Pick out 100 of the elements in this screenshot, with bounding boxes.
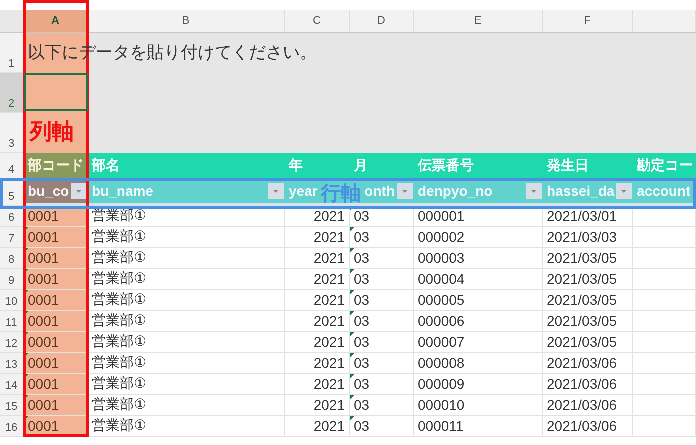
code-cell: 0001 [28,271,60,287]
error-indicator-icon [24,311,29,316]
code-cell: 0001 [28,208,60,224]
table-cell: 03 [354,229,370,245]
error-indicator-icon [24,290,29,295]
column-header[interactable]: B [88,10,285,32]
table-cell: 2021 [314,376,345,392]
error-indicator-icon [350,416,355,421]
code-cell: 0001 [28,229,60,245]
header-cell: 伝票番号 [414,153,543,179]
table-cell: 000011 [418,418,464,434]
table-cell: 営業部① [92,333,147,351]
table-cell: 03 [354,355,370,371]
table-cell: 2021/03/06 [547,418,618,434]
row-header[interactable]: 13 [0,353,24,374]
header-cell: 部コード [24,153,88,179]
table-cell: 2021/03/06 [547,355,618,371]
table-cell: 2021/03/05 [547,271,618,287]
column-header[interactable]: E [414,10,543,32]
filter-dropdown-button[interactable] [397,183,413,199]
column-header[interactable]: A [24,10,88,32]
row-header[interactable]: 15 [0,395,24,416]
field-name-cell: denpyo_no [418,183,493,199]
row-header[interactable]: 11 [0,311,24,332]
code-cell: 0001 [28,313,60,329]
filter-dropdown-button[interactable] [616,183,632,199]
field-name-cell: bu_name [92,183,154,199]
error-indicator-icon [24,374,29,379]
row-header[interactable]: 2 [0,73,24,113]
table-cell: 営業部① [92,228,147,246]
table-cell: 000004 [418,271,465,287]
error-indicator-icon [350,269,355,274]
field-name-cell: account [637,183,691,199]
error-indicator-icon [350,227,355,232]
column-header[interactable]: C [285,10,350,32]
table-cell: 000003 [418,250,465,266]
row-header[interactable]: 14 [0,374,24,395]
table-cell: 2021 [314,397,345,413]
table-cell: 03 [354,334,370,350]
table-cell: 営業部① [92,312,147,330]
table-cell: 2021 [314,355,345,371]
table-cell: 2021/03/05 [547,313,618,329]
table-cell: 000010 [418,397,465,413]
table-cell: 2021/03/05 [547,292,618,308]
table-cell: 2021 [314,313,345,329]
table-cell: 営業部① [92,354,147,372]
table-cell: 03 [354,376,370,392]
row-header[interactable]: 7 [0,227,24,248]
table-cell: 2021 [314,250,345,266]
error-indicator-icon [24,248,29,253]
row-axis-label: 行軸 [321,182,361,207]
header-cell: 月 [350,153,414,179]
table-cell: 営業部① [92,207,147,225]
table-cell: 000001 [418,208,465,224]
table-cell: 2021/03/05 [547,334,618,350]
filter-dropdown-button[interactable] [71,183,87,199]
table-cell: 000008 [418,355,465,371]
table-cell: 2021/03/06 [547,376,618,392]
table-cell: 000007 [418,334,465,350]
table-cell: 03 [354,313,370,329]
table-cell: 000006 [418,313,465,329]
column-header[interactable]: F [543,10,633,32]
code-cell: 0001 [28,397,60,413]
table-cell: 営業部① [92,396,147,414]
filter-dropdown-button[interactable] [268,183,284,199]
error-indicator-icon [24,227,29,232]
header-cell: 勘定コー [633,153,696,179]
error-indicator-icon [350,311,355,316]
table-cell: 営業部① [92,270,147,288]
row-header[interactable]: 1 [0,33,24,73]
table-cell: 000002 [418,229,465,245]
error-indicator-icon [24,416,29,421]
row-header[interactable]: 3 [0,113,24,153]
filter-dropdown-button[interactable] [526,183,542,199]
error-indicator-icon [350,248,355,253]
row-header[interactable]: 16 [0,416,24,437]
column-header[interactable]: D [350,10,414,32]
code-cell: 0001 [28,418,60,434]
error-indicator-icon [350,353,355,358]
table-cell: 2021 [314,418,345,434]
table-cell: 2021 [314,271,345,287]
table-cell: 2021/03/01 [547,208,618,224]
error-indicator-icon [350,290,355,295]
row-header[interactable]: 8 [0,248,24,269]
row-header[interactable]: 12 [0,332,24,353]
row-header[interactable]: 10 [0,290,24,311]
header-cell: 部名 [88,153,285,179]
select-all-corner[interactable] [0,10,24,32]
table-cell: 03 [354,397,370,413]
row-header[interactable]: 9 [0,269,24,290]
error-indicator-icon [350,374,355,379]
table-cell: 000009 [418,376,465,392]
field-name-cell: onth [364,183,395,199]
selected-cell[interactable] [24,73,88,111]
table-cell: 2021/03/05 [547,250,618,266]
table-cell: 03 [354,418,370,434]
table-cell: 2021/03/06 [547,397,618,413]
table-cell: 2021 [314,334,345,350]
table-cell: 2021 [314,229,345,245]
row-header[interactable]: 4 [0,153,24,179]
